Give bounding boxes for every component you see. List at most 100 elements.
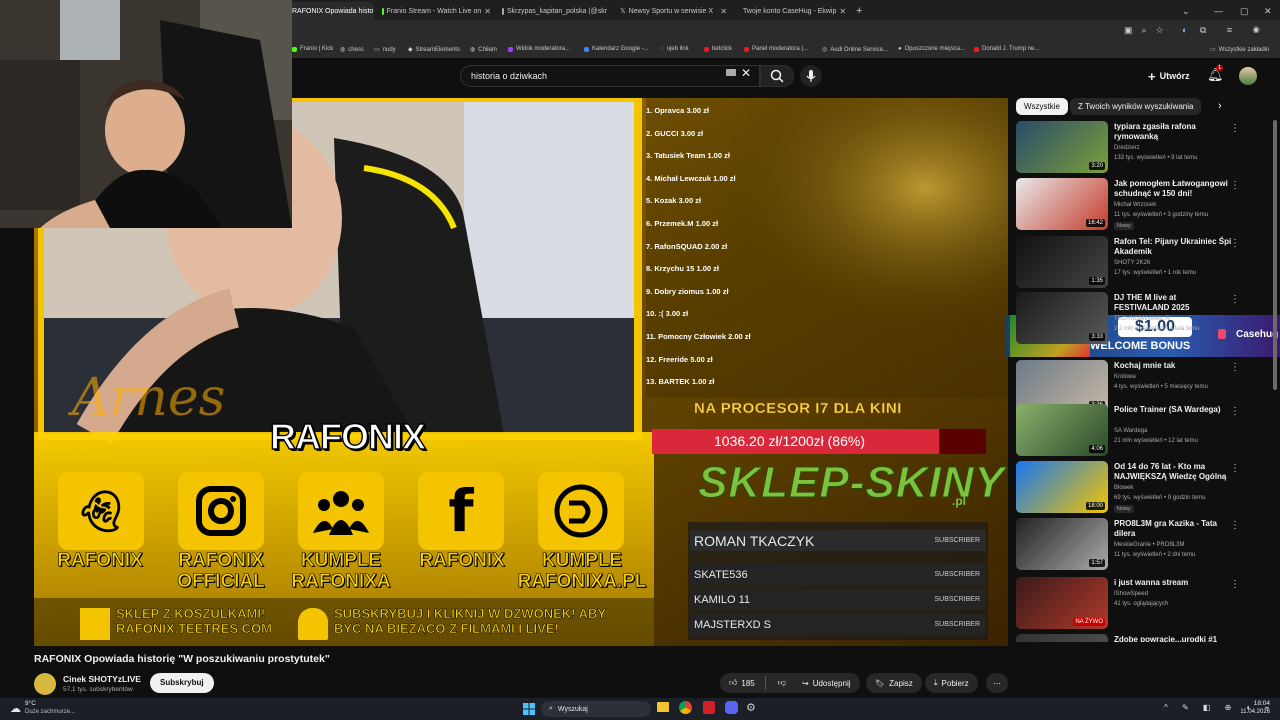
related-video-item[interactable]: 16:42 Jak pomogłem Łatwogangowi schudnąć … — [1016, 178, 1256, 232]
video-title[interactable]: typiara zgasiła rafona rymowanką — [1114, 122, 1232, 142]
channel-name[interactable]: Królowa — [1114, 374, 1136, 380]
bookmark-item[interactable]: Donald J. Trump ne... — [974, 46, 1039, 52]
settings-gear-icon[interactable]: ⚙ — [746, 701, 756, 714]
bookmark-item[interactable]: ◆ StreamElements — [408, 46, 460, 54]
search-input[interactable]: historia o dziwkach — [460, 65, 760, 87]
tab-x[interactable]: 𝕏 Newsy Sportu w serwisie X ✕ — [616, 2, 732, 20]
windows-start-icon[interactable] — [523, 703, 535, 715]
create-button[interactable]: + Utwórz — [1148, 67, 1190, 85]
video-title[interactable]: i just wanna stream — [1114, 578, 1232, 588]
bookmark-folder[interactable]: ▭ nudy — [374, 46, 396, 54]
related-video-item[interactable]: 4:06 Police Trainer (SA Wardega) SA Wardeg… — [1016, 404, 1256, 458]
more-options-icon[interactable]: ⋮ — [1230, 520, 1240, 531]
bookmark-item[interactable]: ● Opuszczone miejsca... — [898, 46, 965, 52]
related-video-item[interactable]: NA ŻYWO i just wanna stream IShowSpeed 41 t… — [1016, 577, 1256, 631]
video-title[interactable]: Rafon Tel: Pijany Ukrainiec Śpi Akademik — [1114, 237, 1232, 257]
bookmark-item[interactable]: ◌ ujeb link — [660, 46, 689, 52]
file-explorer-icon[interactable] — [657, 702, 669, 712]
avatar[interactable] — [1239, 67, 1257, 85]
channel-name[interactable]: SHOTY 2K26 — [1114, 260, 1150, 266]
more-options-icon[interactable]: ⋮ — [1230, 362, 1240, 373]
video-title[interactable]: DJ THE M live at FESTIVALAND 2025 — [1114, 293, 1232, 313]
save-button[interactable]: 🔖︎ Zapisz — [866, 673, 922, 693]
toolbar-icons[interactable]: ▣⌕☆ — [1124, 25, 1173, 36]
bookmark-item[interactable]: Widok moderatora... — [508, 46, 570, 52]
related-video-item[interactable]: 18:00 Od 14 do 76 lat - Kto ma NAJWIĘKSZĄ… — [1016, 461, 1256, 515]
video-thumbnail[interactable] — [1016, 634, 1108, 642]
new-tab-button[interactable]: + — [852, 2, 868, 20]
subscribe-button[interactable]: Subskrybuj — [150, 673, 214, 693]
video-thumbnail[interactable]: 1:57 — [1016, 518, 1108, 570]
all-bookmarks[interactable]: ▭ Wszystkie zakładki — [1210, 46, 1269, 54]
close-icon[interactable]: ✕ — [720, 7, 727, 16]
video-thumbnail[interactable]: 3:20 — [1016, 121, 1108, 173]
video-thumbnail[interactable]: 4:06 — [1016, 404, 1108, 456]
video-thumbnail[interactable]: 3:33 — [1016, 292, 1108, 344]
channel-name[interactable]: IShowSpeed — [1114, 591, 1148, 597]
keyboard-icon[interactable] — [726, 69, 736, 76]
discord-taskbar-icon[interactable] — [725, 701, 738, 714]
tab-active[interactable]: RAFONIX Opowiada histo✕ — [288, 2, 374, 20]
video-thumbnail[interactable]: 1:35 — [1016, 236, 1108, 288]
app-icon[interactable] — [703, 701, 715, 714]
download-button[interactable]: ⤓ Pobierz — [925, 673, 978, 693]
taskbar-search-input[interactable]: ⌕ Wyszukaj — [541, 701, 651, 717]
bookmark-item[interactable]: Panel moderatora |... — [744, 46, 808, 52]
channel-name[interactable]: SA Wardega — [1114, 428, 1147, 434]
more-options-icon[interactable]: ⋮ — [1230, 579, 1240, 590]
extensions-puzzle-icon[interactable]: ⧉ ≡ ◉ ⋮ — [1200, 25, 1280, 36]
related-video-item[interactable]: Zdobe powracie...urodki #1 — [1016, 634, 1256, 642]
channel-name[interactable]: Dredzierz — [1114, 145, 1140, 151]
close-icon[interactable]: ✕ — [484, 7, 491, 16]
more-options-icon[interactable]: ⋮ — [1230, 463, 1240, 474]
clear-search-icon[interactable]: ✕ — [741, 66, 751, 80]
video-title[interactable]: Kochaj mnie tak — [1114, 361, 1232, 371]
more-options-icon[interactable]: ⋮ — [1230, 180, 1240, 191]
channel-avatar[interactable] — [34, 673, 56, 695]
chip-all[interactable]: Wszystkie — [1016, 98, 1068, 115]
bookmark-item[interactable]: ◎ Audi Online Service... — [822, 46, 888, 54]
bookmark-item[interactable]: Franio | Kick — [292, 46, 333, 52]
more-options-icon[interactable]: ⋮ — [1230, 238, 1240, 249]
tab-tiktok[interactable]: Skrzypas_kapitan_polska (@skr✕ — [498, 2, 610, 20]
voice-search-button[interactable] — [800, 65, 822, 87]
video-thumbnail[interactable]: 18:00 — [1016, 461, 1108, 513]
search-button[interactable] — [760, 65, 794, 87]
dislike-button[interactable]: 👎︎ — [778, 678, 786, 688]
minimize-button[interactable]: — — [1210, 2, 1223, 20]
extension-icon[interactable]: ◐ — [1182, 25, 1187, 35]
chevron-right-icon[interactable]: › — [1218, 100, 1222, 112]
related-video-item[interactable]: 3:20 typiara zgasiła rafona rymowanką Dred… — [1016, 121, 1256, 175]
channel-name[interactable]: Cinek SHOTYzLIVE — [63, 674, 141, 684]
bookmark-item[interactable]: ◍ chesc — [340, 46, 364, 54]
share-button[interactable]: ↪ Udostępnij — [793, 673, 860, 693]
more-options-icon[interactable]: ⋮ — [1230, 123, 1240, 134]
maximize-button[interactable]: ▢ — [1236, 2, 1249, 20]
video-thumbnail[interactable]: 16:42 — [1016, 178, 1108, 230]
channel-name[interactable]: TECHNOMINIMAL R — [1114, 316, 1170, 322]
channel-name[interactable]: Michał Wrzosek — [1114, 202, 1156, 208]
bookmark-item[interactable]: ◍ Chiłam — [470, 46, 497, 54]
channel-name[interactable]: MeskieGranie • PRO8L3M — [1114, 542, 1184, 548]
video-thumbnail[interactable]: NA ŻYWO — [1016, 577, 1108, 629]
window-close-button[interactable]: ✕ — [1260, 2, 1272, 20]
more-options-icon[interactable]: ⋮ — [1230, 294, 1240, 305]
video-title[interactable]: Police Trainer (SA Wardega) — [1114, 405, 1232, 415]
bookmark-item[interactable]: betclick — [704, 46, 732, 52]
like-button[interactable]: 👍︎ 185 — [729, 678, 755, 688]
tab-casehug[interactable]: Twoje konto CaseHug - Ekwip ✕ — [736, 2, 850, 20]
related-video-item[interactable]: 1:35 Rafon Tel: Pijany Ukrainiec Śpi Akad… — [1016, 236, 1256, 290]
related-video-item[interactable]: 3:33 DJ THE M live at FESTIVALAND 2025 TEC… — [1016, 292, 1256, 346]
video-title[interactable]: Od 14 do 76 lat - Kto ma NAJWIĘKSZĄ Wied… — [1114, 462, 1232, 482]
video-title[interactable]: Jak pomogłem Łatwogangowi schudnąć w 150… — [1114, 179, 1232, 199]
related-video-item[interactable]: 1:57 PRO8L3M gra Kazika - Tata dilera Mesk… — [1016, 518, 1256, 572]
more-options-icon[interactable]: ⋮ — [1230, 406, 1240, 417]
more-actions-button[interactable]: ⋯ — [986, 673, 1008, 693]
bookmark-item[interactable]: Kalendarz Google -... — [584, 46, 649, 52]
scrollbar[interactable] — [1273, 120, 1277, 390]
channel-name[interactable]: Blowek — [1114, 485, 1133, 491]
chrome-icon[interactable] — [679, 701, 692, 714]
video-title[interactable]: PRO8L3M gra Kazika - Tata dilera — [1114, 519, 1232, 539]
tab-franio[interactable]: Franio Stream - Watch Live on ✕ — [378, 2, 496, 20]
video-title[interactable]: Zdobe powracie...urodki #1 — [1114, 635, 1232, 642]
